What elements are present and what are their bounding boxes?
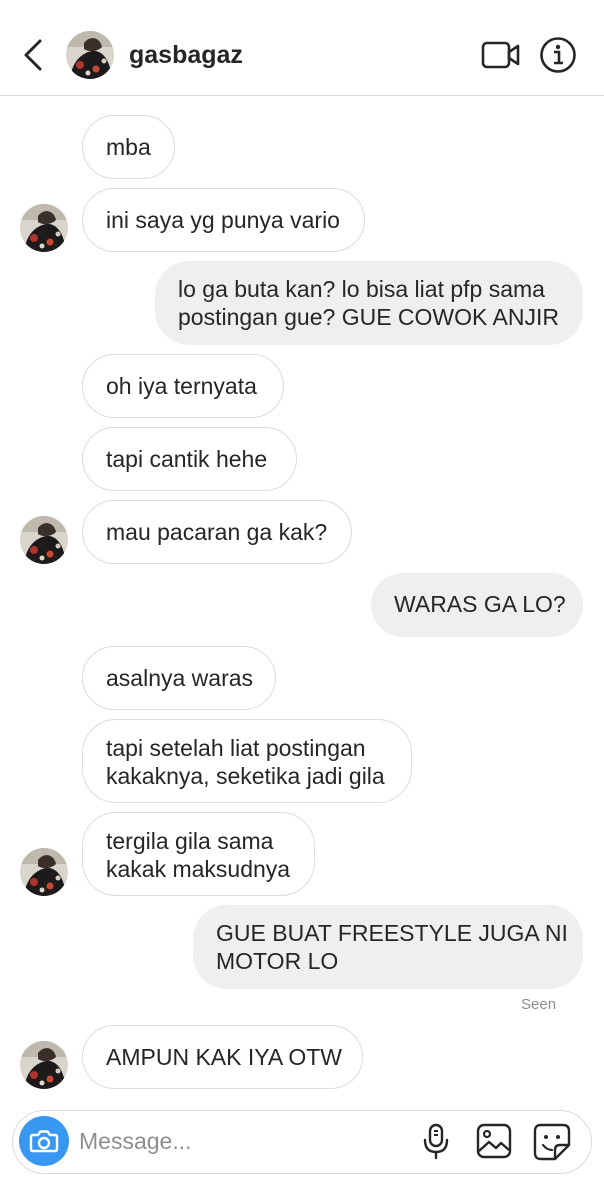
message-text: mba [106,134,151,160]
message-text: asalnya waras [106,665,254,691]
message-text-line: tapi setelah liat postingan [106,735,366,761]
message-bubble-incoming[interactable]: tapi setelah liat postingan kakaknya, se… [82,719,412,803]
username[interactable]: gasbagaz [129,40,243,70]
message-text-line: kakak maksudnya [106,856,291,882]
message-bubble-incoming[interactable]: ini saya yg punya vario [82,188,365,252]
message-text: AMPUN KAK IYA OTW [106,1044,342,1070]
message-bubble-incoming[interactable]: oh iya ternyata [82,354,284,418]
sender-avatar[interactable] [20,516,68,564]
message-text-line: lo ga buta kan? lo bisa liat pfp sama [178,276,545,302]
camera-button[interactable] [19,1116,69,1166]
message-text-line: postingan gue? GUE COWOK ANJIR [178,304,559,330]
message-text-line: tergila gila sama [106,828,274,854]
seen-indicator: Seen [521,996,557,1013]
message-bubble-outgoing[interactable]: lo ga buta kan? lo bisa liat pfp sama po… [155,261,583,345]
gallery-icon[interactable] [476,1123,512,1159]
video-camera-icon[interactable] [481,40,521,70]
message-bubble-incoming[interactable]: mau pacaran ga kak? [82,500,352,564]
camera-icon [29,1130,59,1153]
sender-avatar[interactable] [20,848,68,896]
message-text: oh iya ternyata [106,373,257,399]
message-text-line: kakaknya, seketika jadi gila [106,763,385,789]
message-bubble-outgoing[interactable]: GUE BUAT FREESTYLE JUGA NI MOTOR LO [193,905,583,989]
profile-avatar[interactable] [66,31,114,79]
microphone-icon[interactable] [421,1123,451,1161]
message-text-line: GUE BUAT FREESTYLE JUGA NI [216,920,568,946]
sender-avatar[interactable] [20,204,68,252]
info-icon[interactable] [539,36,577,74]
message-bubble-outgoing[interactable]: WARAS GA LO? [371,573,583,637]
sender-avatar[interactable] [20,1041,68,1089]
message-bubble-incoming[interactable]: tergila gila sama kakak maksudnya [82,812,315,896]
chevron-left-icon[interactable] [20,38,46,72]
message-text: tapi cantik hehe [106,446,268,472]
message-text-line: MOTOR LO [216,948,339,974]
sticker-icon[interactable] [533,1123,571,1161]
message-composer [12,1110,592,1174]
message-bubble-incoming[interactable]: mba [82,115,175,179]
message-text: mau pacaran ga kak? [106,519,328,545]
chat-header: gasbagaz [0,0,604,96]
message-input[interactable] [79,1125,399,1157]
message-text: WARAS GA LO? [394,591,566,617]
message-bubble-incoming[interactable]: AMPUN KAK IYA OTW [82,1025,363,1089]
message-bubble-incoming[interactable]: tapi cantik hehe [82,427,297,491]
message-bubble-incoming[interactable]: asalnya waras [82,646,276,710]
message-text: ini saya yg punya vario [106,207,340,233]
